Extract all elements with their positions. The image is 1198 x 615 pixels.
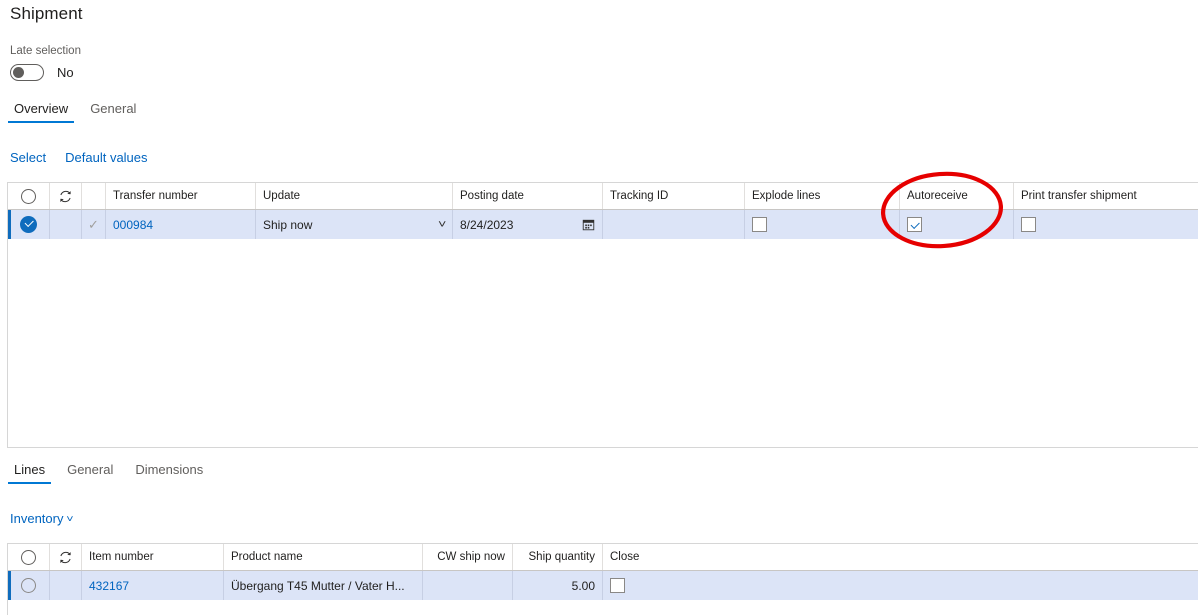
- inventory-menu-label: Inventory: [10, 511, 64, 526]
- top-command-bar: Select Default values: [10, 150, 167, 165]
- header-close[interactable]: Close: [603, 544, 1197, 570]
- cell-posting-date[interactable]: 8/24/2023: [453, 210, 603, 239]
- mark-header: [82, 183, 106, 209]
- explode-lines-checkbox[interactable]: [752, 217, 767, 232]
- header-item-number[interactable]: Item number: [82, 544, 224, 570]
- header-cw-ship-now[interactable]: CW ship now: [423, 544, 513, 570]
- table-row[interactable]: ✓ 000984 Ship now ˅ 8/24/2023: [8, 210, 1198, 239]
- header-tracking-id[interactable]: Tracking ID: [603, 183, 745, 209]
- cell-close[interactable]: [603, 571, 1197, 600]
- top-tabstrip: Overview General: [8, 101, 152, 123]
- cell-print-transfer-shipment[interactable]: [1014, 210, 1198, 239]
- late-selection-toggle[interactable]: [10, 64, 44, 81]
- cell-update[interactable]: Ship now ˅: [256, 210, 453, 239]
- row-refresh-cell: [50, 210, 82, 239]
- header-posting-date[interactable]: Posting date: [453, 183, 603, 209]
- lines-row-select-toggle[interactable]: [8, 571, 50, 600]
- header-print-transfer-shipment[interactable]: Print transfer shipment: [1014, 183, 1198, 209]
- inventory-menu-button[interactable]: Inventory ˅: [10, 511, 75, 526]
- lines-refresh-header[interactable]: [50, 544, 82, 570]
- lines-grid-header: Item number Product name CW ship now Shi…: [8, 544, 1198, 571]
- tab-lines[interactable]: Lines: [8, 462, 52, 484]
- shipment-grid: Transfer number Update Posting date Trac…: [7, 182, 1198, 448]
- row-mark-cell: ✓: [82, 210, 106, 239]
- cell-update-value: Ship now: [263, 217, 313, 232]
- tab-general-bottom[interactable]: General: [61, 462, 119, 484]
- lines-grid-empty-area: [8, 600, 1198, 614]
- autoreceive-checkbox[interactable]: [907, 217, 922, 232]
- circle-icon: [21, 549, 36, 565]
- default-values-link[interactable]: Default values: [65, 150, 147, 165]
- print-transfer-shipment-checkbox[interactable]: [1021, 217, 1036, 232]
- row-select-toggle[interactable]: [8, 210, 50, 239]
- header-transfer-number[interactable]: Transfer number: [106, 183, 256, 209]
- select-all-header[interactable]: [8, 183, 50, 209]
- tab-dimensions[interactable]: Dimensions: [129, 462, 209, 484]
- checked-circle-icon: [20, 216, 37, 233]
- lines-row-refresh-cell: [50, 571, 82, 600]
- header-product-name[interactable]: Product name: [224, 544, 423, 570]
- lines-grid: Item number Product name CW ship now Shi…: [7, 543, 1198, 615]
- cell-explode-lines[interactable]: [745, 210, 900, 239]
- select-link[interactable]: Select: [10, 150, 46, 165]
- cell-tracking-id[interactable]: [603, 210, 745, 239]
- cell-autoreceive[interactable]: [900, 210, 1014, 239]
- cell-transfer-number[interactable]: 000984: [106, 210, 256, 239]
- cell-posting-date-value: 8/24/2023: [460, 217, 514, 232]
- late-selection-value: No: [57, 65, 74, 80]
- header-update[interactable]: Update: [256, 183, 453, 209]
- header-explode-lines[interactable]: Explode lines: [745, 183, 900, 209]
- late-selection-toggle-row: No: [10, 64, 74, 81]
- refresh-icon: [60, 551, 71, 563]
- cell-item-number[interactable]: 432167: [82, 571, 224, 600]
- cell-product-name[interactable]: Übergang T45 Mutter / Vater H...: [224, 571, 423, 600]
- shipment-grid-empty-area: [8, 239, 1198, 447]
- bottom-command-bar: Inventory ˅: [10, 511, 92, 526]
- tab-general-top[interactable]: General: [84, 101, 142, 123]
- page-title: Shipment: [10, 4, 83, 23]
- close-checkbox[interactable]: [610, 578, 625, 593]
- circle-icon: [21, 188, 36, 204]
- refresh-header[interactable]: [50, 183, 82, 209]
- header-autoreceive[interactable]: Autoreceive: [900, 183, 1014, 209]
- tab-overview[interactable]: Overview: [8, 101, 75, 123]
- cell-ship-quantity[interactable]: 5.00: [513, 571, 603, 600]
- cell-cw-ship-now[interactable]: [423, 571, 513, 600]
- chevron-down-icon[interactable]: ˅: [438, 219, 446, 231]
- late-selection-label: Late selection: [10, 45, 81, 57]
- bottom-tabstrip: Lines General Dimensions: [8, 462, 219, 484]
- header-ship-quantity[interactable]: Ship quantity: [513, 544, 603, 570]
- check-icon: ✓: [88, 217, 99, 232]
- circle-icon: [21, 578, 36, 593]
- lines-select-all-header[interactable]: [8, 544, 50, 570]
- toggle-off-icon: [13, 67, 24, 78]
- table-row[interactable]: 432167 Übergang T45 Mutter / Vater H... …: [8, 571, 1198, 600]
- shipment-grid-header: Transfer number Update Posting date Trac…: [8, 183, 1198, 210]
- chevron-down-icon: ˅: [66, 514, 75, 525]
- calendar-icon[interactable]: [582, 218, 595, 231]
- refresh-icon: [60, 190, 71, 202]
